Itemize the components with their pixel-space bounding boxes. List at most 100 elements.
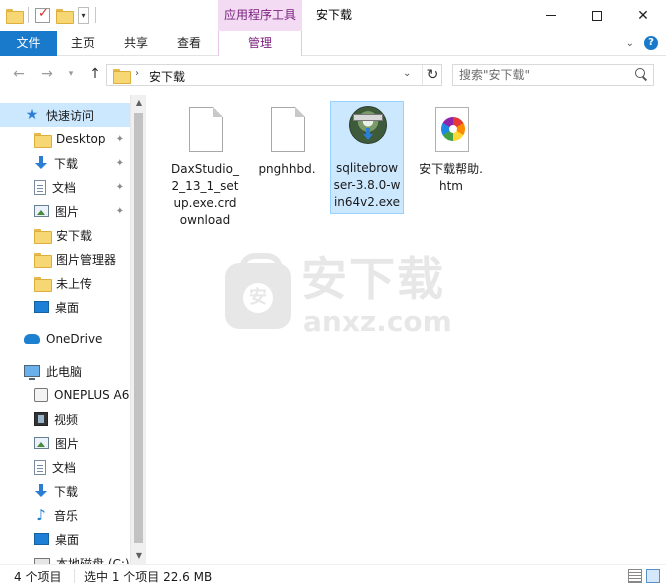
tab-home[interactable]: 主页 — [60, 31, 106, 56]
file-item-pnghhbd[interactable]: pnghhbd. — [250, 103, 324, 180]
file-thumbnail — [180, 107, 230, 159]
qat-separator — [28, 7, 29, 23]
file-item-help-htm[interactable]: 安下载帮助.htm — [414, 103, 488, 197]
item-count: 4 个项目 — [14, 570, 62, 584]
scrollbar-thumb[interactable] — [134, 113, 143, 543]
desktop-icon — [34, 301, 49, 313]
navigation-row: ← → ▾ ↑ › 安下载 ⌄ ↻ — [0, 57, 666, 93]
back-arrow-icon[interactable]: ← — [10, 65, 28, 83]
folder-icon — [113, 69, 131, 84]
nav-item-desktop[interactable]: 桌面 — [0, 295, 130, 319]
folder-icon — [34, 132, 52, 148]
scroll-down-arrow-icon[interactable]: ▼ — [131, 548, 147, 564]
nav-item-quick-access[interactable]: ★ 快速访问 — [0, 103, 130, 127]
file-thumbnail — [426, 107, 476, 159]
folder-icon — [34, 228, 52, 244]
file-name: sqlitebrowser-3.8.0-win64v2.exe — [333, 161, 401, 209]
nav-item-onedrive[interactable]: OneDrive — [0, 327, 130, 351]
properties-icon[interactable] — [35, 6, 50, 23]
address-history-chevron-icon[interactable]: ⌄ — [403, 68, 411, 79]
refresh-icon[interactable]: ↻ — [422, 65, 442, 85]
nav-item-label: 文档 — [52, 180, 77, 195]
details-view-icon[interactable] — [628, 569, 642, 583]
watermark-english-text: anxz.com — [303, 305, 452, 338]
download-icon — [34, 484, 48, 498]
nav-item-label: 下载 — [54, 484, 79, 499]
large-icons-view-icon[interactable] — [646, 569, 660, 583]
search-box[interactable] — [452, 64, 654, 86]
address-bar[interactable]: › 安下载 ⌄ ↻ — [106, 64, 442, 86]
pin-icon: ✦ — [115, 133, 124, 145]
nav-item-anxiazai[interactable]: 安下载 — [0, 223, 130, 247]
nav-item-music[interactable]: ♪ 音乐 — [0, 503, 130, 527]
nav-item-label: 本地磁盘 (C:) — [56, 556, 130, 565]
maximize-button[interactable] — [574, 0, 620, 31]
browser-logo-icon — [441, 117, 465, 141]
qat-separator — [95, 7, 96, 23]
tab-share[interactable]: 共享 — [113, 31, 159, 56]
nav-item-label: 图片 — [55, 204, 80, 219]
nav-item-label: OneDrive — [46, 332, 103, 346]
close-button[interactable]: ✕ — [620, 0, 666, 31]
search-input[interactable] — [459, 67, 619, 83]
new-folder-icon[interactable] — [56, 8, 74, 24]
navigation-pane: ★ 快速访问 Desktop ✦ 下载 ✦ 文档 ✦ 图片 ✦ 安下载 图片管理… — [0, 95, 146, 564]
nav-item-desktop-pc[interactable]: 桌面 — [0, 527, 130, 551]
pin-icon: ✦ — [115, 181, 124, 193]
download-icon — [34, 156, 48, 170]
nav-item-documents-pinned[interactable]: 文档 ✦ — [0, 175, 130, 199]
desktop-icon — [34, 533, 49, 545]
minimize-icon — [546, 15, 556, 16]
status-separator — [74, 569, 75, 583]
expand-ribbon-chevron-icon[interactable]: ⌄ — [626, 38, 634, 49]
nav-item-label: 桌面 — [55, 300, 80, 315]
nav-item-videos[interactable]: 视频 — [0, 407, 130, 431]
breadcrumb-current[interactable]: 安下载 — [149, 68, 185, 85]
nav-item-label: 图片管理器 — [56, 252, 117, 267]
window-title: 安下载 — [316, 8, 353, 22]
nav-item-oneplus[interactable]: ONEPLUS A6 — [0, 383, 130, 407]
nav-item-documents[interactable]: 文档 — [0, 455, 130, 479]
nav-item-not-uploaded[interactable]: 未上传 — [0, 271, 130, 295]
installer-band-shape — [353, 114, 383, 121]
minimize-button[interactable] — [528, 0, 574, 31]
nav-item-pictures[interactable]: 图片 — [0, 431, 130, 455]
status-bar: 4 个项目 选中 1 个项目 22.6 MB — [0, 564, 666, 587]
pin-icon: ✦ — [115, 157, 124, 169]
document-icon — [34, 459, 46, 475]
nav-item-downloads-pinned[interactable]: 下载 ✦ — [0, 151, 130, 175]
file-list-area[interactable]: 安 安下载 anxz.com DaxStudio_2_13_1_setup.ex… — [146, 95, 656, 564]
nav-item-picture-manager[interactable]: 图片管理器 — [0, 247, 130, 271]
music-icon: ♪ — [36, 506, 46, 524]
file-item-daxstudio[interactable]: DaxStudio_2_13_1_setup.exe.crdownload — [168, 103, 242, 231]
breadcrumb-chevron-icon[interactable]: › — [135, 68, 139, 79]
nav-item-label: 桌面 — [55, 532, 80, 547]
nav-item-this-pc[interactable]: 此电脑 — [0, 359, 130, 383]
file-name: 安下载帮助.htm — [419, 162, 483, 193]
maximize-icon — [592, 10, 602, 21]
tab-file[interactable]: 文件 — [0, 31, 57, 56]
blank-file-icon — [189, 107, 223, 152]
forward-arrow-icon[interactable]: → — [38, 65, 56, 83]
selection-info: 选中 1 个项目 22.6 MB — [84, 570, 213, 584]
recent-locations-chevron-icon[interactable]: ▾ — [62, 65, 80, 83]
pin-icon: ✦ — [115, 205, 124, 217]
folder-icon — [34, 252, 52, 268]
file-item-sqlitebrowser[interactable]: sqlitebrowser-3.8.0-win64v2.exe — [330, 101, 404, 214]
nav-item-pictures-pinned[interactable]: 图片 ✦ — [0, 199, 130, 223]
nav-item-desktop-pinned[interactable]: Desktop ✦ — [0, 127, 130, 151]
phone-icon — [34, 388, 48, 402]
tab-manage[interactable]: 管理 — [218, 31, 302, 56]
customize-qat-chevron-icon[interactable]: ▾ — [78, 6, 89, 24]
cloud-icon — [24, 334, 40, 344]
tab-view[interactable]: 查看 — [166, 31, 212, 56]
nav-item-local-disk-c[interactable]: 本地磁盘 (C:) — [0, 551, 130, 564]
nav-pane-scrollbar[interactable]: ▲ ▼ — [130, 95, 146, 564]
nav-item-downloads[interactable]: 下载 — [0, 479, 130, 503]
search-icon[interactable] — [635, 68, 647, 80]
scroll-up-arrow-icon[interactable]: ▲ — [131, 95, 147, 111]
picture-icon — [34, 437, 49, 449]
ribbon-controls: ⌄ ? — [626, 36, 658, 50]
help-icon[interactable]: ? — [644, 36, 658, 50]
up-arrow-icon[interactable]: ↑ — [86, 65, 104, 83]
